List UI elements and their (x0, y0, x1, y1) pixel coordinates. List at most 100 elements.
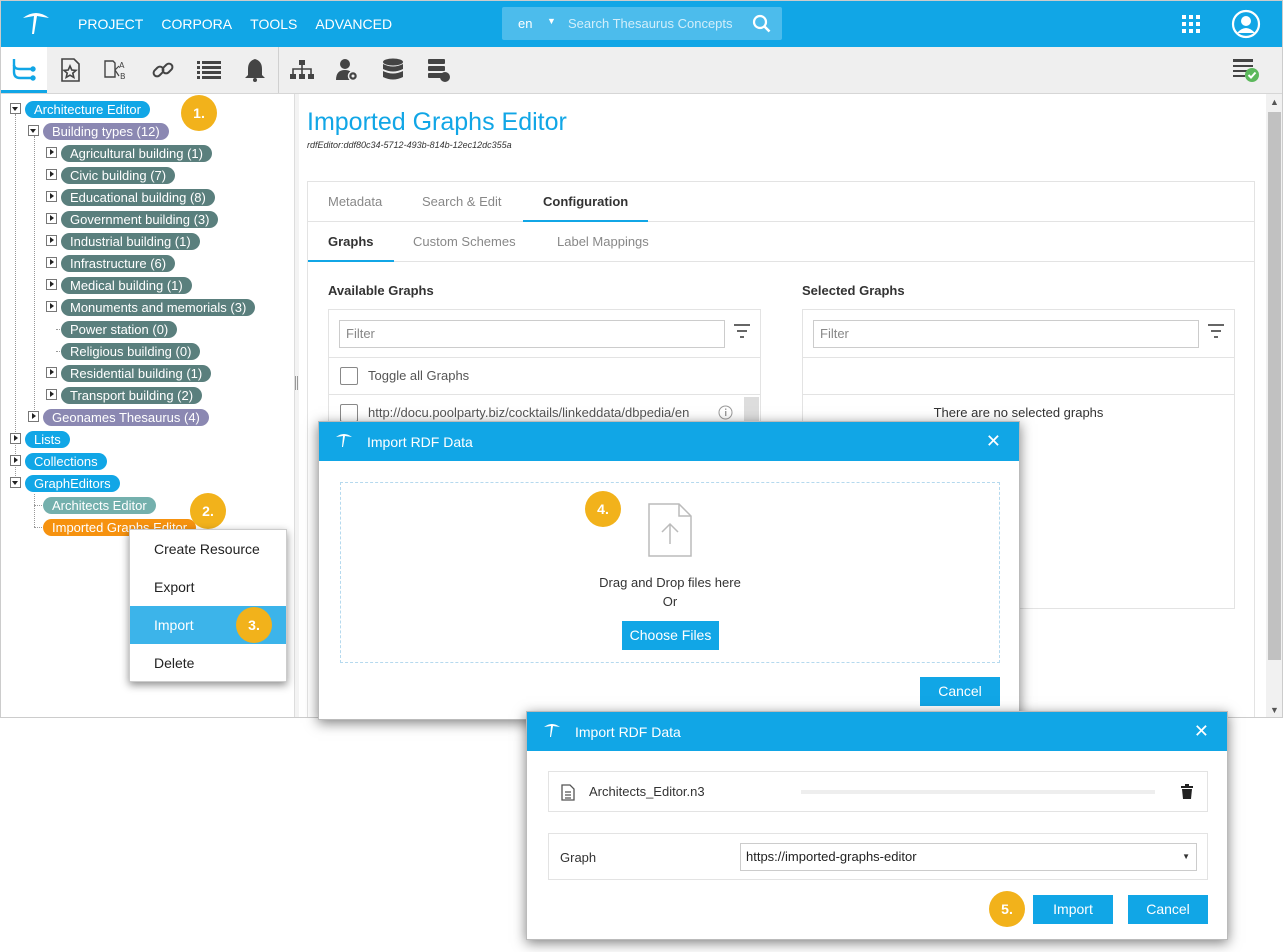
tree-node-grapheditors[interactable]: GraphEditors (25, 475, 120, 492)
dialog-title: Import RDF Data (575, 724, 681, 740)
available-filter-input[interactable]: Filter (339, 320, 725, 348)
notifications-bell-icon[interactable] (232, 47, 278, 93)
tree-expander[interactable] (46, 235, 57, 246)
tree-view-icon[interactable] (1, 47, 47, 93)
tree-node-building-types[interactable]: Building types (12) (43, 123, 169, 140)
tree-expander[interactable] (46, 213, 57, 224)
favorites-icon[interactable] (47, 47, 93, 93)
nav-tools[interactable]: TOOLS (250, 16, 297, 32)
tree-expander[interactable] (10, 433, 21, 444)
poolparty-logo-icon (335, 432, 353, 451)
graph-label: Graph (560, 850, 597, 865)
toggle-all-row: Toggle all Graphs (329, 357, 760, 394)
tree-expander[interactable] (28, 411, 39, 422)
database-server-icon[interactable] (416, 47, 462, 93)
chevron-down-icon[interactable]: ▼ (1182, 844, 1190, 870)
tree-node-concept[interactable]: Transport building (2) (61, 387, 203, 404)
search-input[interactable]: Search Thesaurus Concepts (568, 16, 733, 31)
tree-expander[interactable] (46, 389, 57, 400)
graph-select[interactable]: https://imported-graphs-editor ▼ (740, 843, 1197, 871)
tab-graphs[interactable]: Graphs (308, 222, 394, 262)
tree-node-geonames[interactable]: Geonames Thesaurus (4) (43, 409, 209, 426)
scrollbar-thumb[interactable] (1268, 112, 1281, 660)
menu-item-export[interactable]: Export (130, 568, 286, 606)
svg-text:B: B (120, 72, 126, 81)
page-scrollbar[interactable]: ▲ ▼ (1266, 94, 1282, 717)
poolparty-logo-icon[interactable] (21, 10, 51, 39)
tree-node-concept[interactable]: Educational building (8) (61, 189, 215, 206)
hierarchy-icon[interactable] (279, 47, 325, 93)
tree-expander[interactable] (10, 477, 21, 488)
scroll-up-icon[interactable]: ▲ (1270, 97, 1279, 107)
nav-project[interactable]: PROJECT (78, 16, 143, 32)
tree-node-concept[interactable]: Infrastructure (6) (61, 255, 176, 272)
graph-uri: http://docu.poolparty.biz/cocktails/link… (368, 405, 690, 420)
tree-expander[interactable] (46, 367, 57, 378)
nav-corpora[interactable]: CORPORA (161, 16, 232, 32)
cancel-button[interactable]: Cancel (920, 677, 1000, 706)
nav-advanced[interactable]: ADVANCED (315, 16, 392, 32)
database-icon[interactable] (370, 47, 416, 93)
tree-expander[interactable] (46, 147, 57, 158)
tab-label-mappings[interactable]: Label Mappings (557, 222, 649, 262)
user-settings-icon[interactable] (324, 47, 370, 93)
tree-node-concept[interactable]: Residential building (1) (61, 365, 212, 382)
tree-expander[interactable] (46, 301, 57, 312)
tree-node-concept[interactable]: Civic building (7) (61, 167, 176, 184)
link-icon[interactable] (140, 47, 186, 93)
apps-grid-icon[interactable] (1182, 15, 1200, 36)
tree-expander[interactable] (10, 455, 21, 466)
tree-node-concept[interactable]: Power station (0) (61, 321, 178, 338)
choose-files-button[interactable]: Choose Files (622, 621, 719, 650)
menu-item-delete[interactable]: Delete (130, 644, 286, 682)
tree-node-concept[interactable]: Agricultural building (1) (61, 145, 212, 162)
mapping-icon[interactable]: AB (93, 47, 139, 93)
splitter-grip-icon[interactable] (295, 376, 298, 390)
chevron-down-icon[interactable]: ▼ (547, 16, 556, 26)
scroll-down-icon[interactable]: ▼ (1270, 705, 1279, 715)
file-name: Architects_Editor.n3 (589, 784, 705, 799)
tree-expander[interactable] (46, 191, 57, 202)
filter-icon[interactable] (734, 324, 750, 341)
top-bar: PROJECT CORPORA TOOLS ADVANCED en ▼ Sear… (1, 1, 1282, 47)
page-title: Imported Graphs Editor (307, 108, 567, 136)
tree-node-concept[interactable]: Religious building (0) (61, 343, 201, 360)
tree-node-concept[interactable]: Medical building (1) (61, 277, 192, 294)
validation-status-icon[interactable] (1223, 47, 1269, 93)
tab-custom-schemes[interactable]: Custom Schemes (413, 222, 516, 262)
tab-configuration[interactable]: Configuration (523, 182, 649, 222)
list-icon[interactable] (186, 47, 232, 93)
selected-filter-input[interactable]: Filter (813, 320, 1199, 348)
tree-expander[interactable] (46, 279, 57, 290)
tree-node-concept[interactable]: Government building (3) (61, 211, 219, 228)
toolbar: AB (1, 47, 1282, 94)
menu-item-create-resource[interactable]: Create Resource (130, 530, 286, 568)
graph-checkbox[interactable] (340, 404, 358, 422)
tab-search-edit[interactable]: Search & Edit (422, 182, 502, 222)
tree-expander[interactable] (46, 169, 57, 180)
trash-icon[interactable] (1181, 784, 1193, 802)
tree-node-lists[interactable]: Lists (25, 431, 70, 448)
tree-expander[interactable] (10, 103, 21, 114)
drop-zone[interactable]: Drag and Drop files here Or Choose Files (340, 482, 1000, 663)
toggle-all-checkbox[interactable] (340, 367, 358, 385)
filter-icon[interactable] (1208, 324, 1224, 341)
tree-node-concept[interactable]: Monuments and memorials (3) (61, 299, 256, 316)
search-icon[interactable] (752, 14, 771, 36)
page-id: rdfEditor:ddf80c34-5712-493b-814b-12ec12… (307, 140, 512, 150)
dialog-title: Import RDF Data (367, 434, 473, 450)
tree-expander[interactable] (46, 257, 57, 268)
user-avatar-icon[interactable] (1231, 9, 1261, 42)
language-select[interactable]: en (518, 16, 532, 31)
tree-node-architecture-editor[interactable]: Architecture Editor (25, 101, 150, 118)
close-icon[interactable]: ✕ (986, 432, 1001, 450)
close-icon[interactable]: ✕ (1194, 722, 1209, 740)
tree-node-concept[interactable]: Industrial building (1) (61, 233, 200, 250)
selected-graphs-title: Selected Graphs (802, 283, 905, 298)
tree-node-architects-editor[interactable]: Architects Editor (43, 497, 156, 514)
tree-node-collections[interactable]: Collections (25, 453, 107, 470)
tab-metadata[interactable]: Metadata (328, 182, 382, 222)
import-button[interactable]: Import (1033, 895, 1113, 924)
cancel-button[interactable]: Cancel (1128, 895, 1208, 924)
tree-expander[interactable] (28, 125, 39, 136)
